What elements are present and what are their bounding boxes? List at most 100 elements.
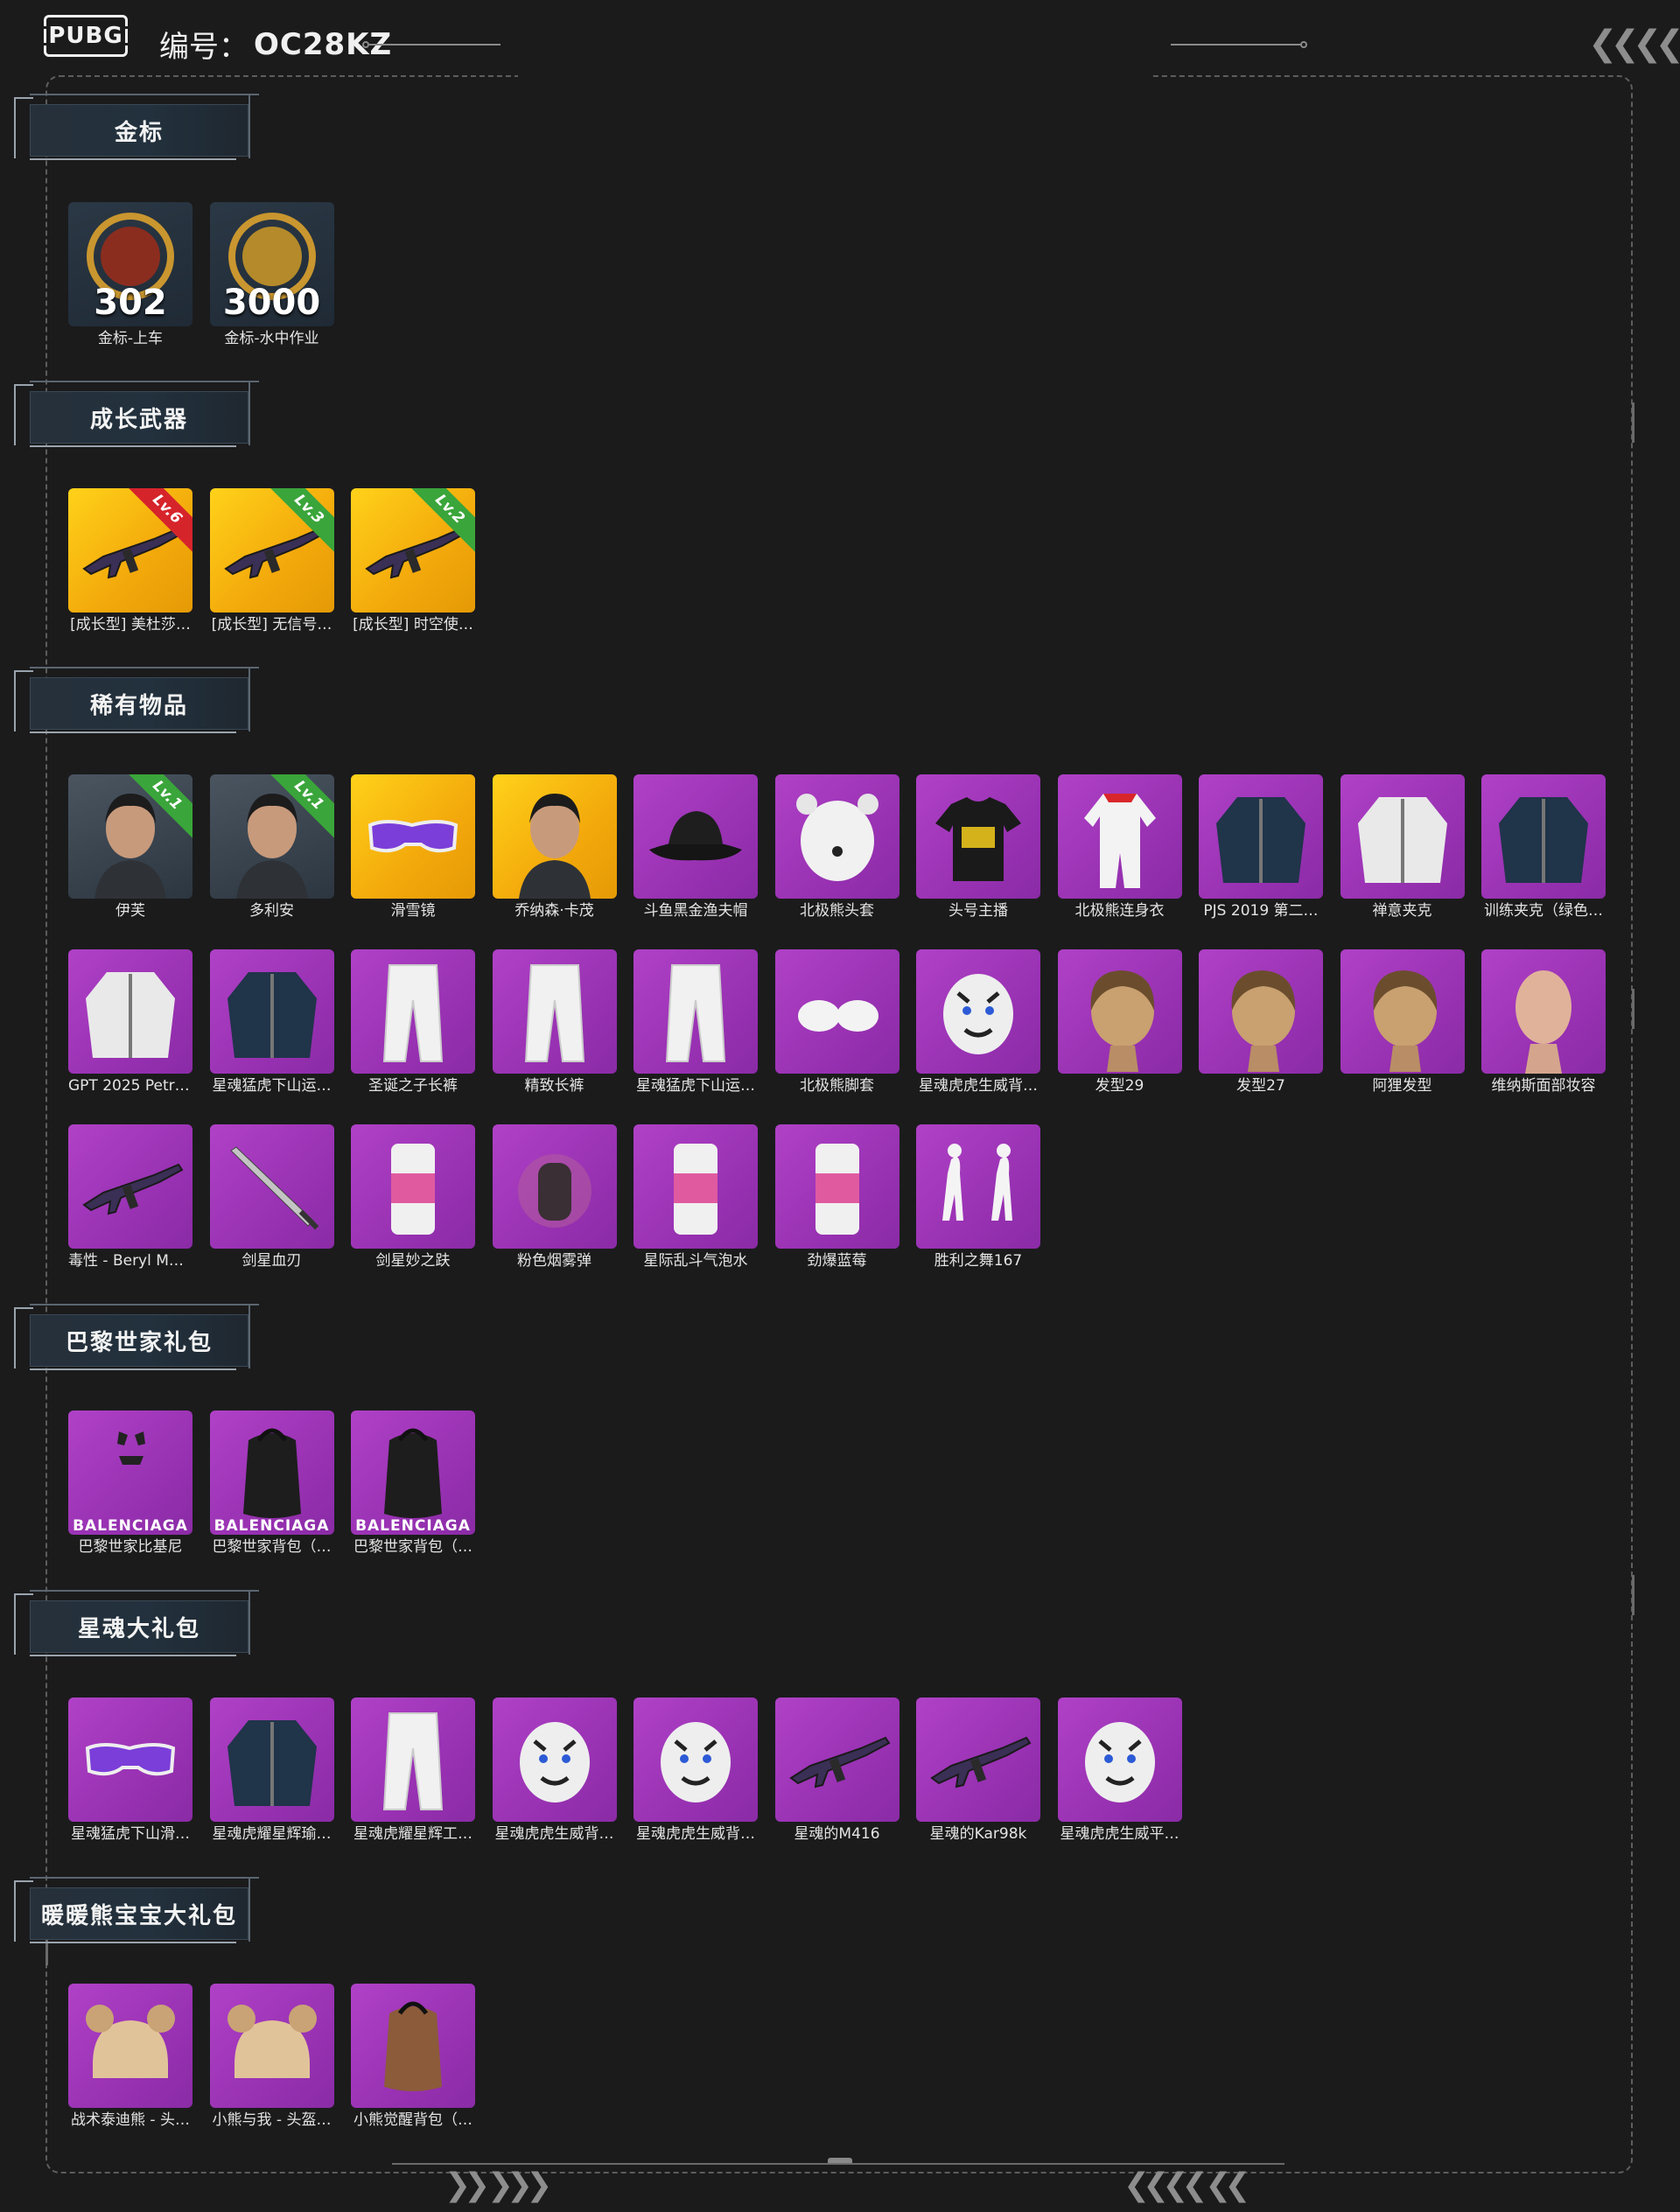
item-thumbnail[interactable] (634, 949, 758, 1074)
inventory-item[interactable]: BALENCIAGA 巴黎世家背包（… (209, 1410, 334, 1556)
item-thumbnail[interactable] (492, 1698, 617, 1822)
inventory-item[interactable]: 3000 金标-水中作业 (209, 202, 334, 347)
item-thumbnail[interactable] (916, 774, 1040, 899)
inventory-item[interactable]: 302 金标-上车 (68, 202, 192, 347)
item-thumbnail[interactable] (492, 949, 617, 1074)
item-thumbnail[interactable] (1481, 774, 1606, 899)
item-thumbnail[interactable] (1057, 949, 1182, 1074)
inventory-item[interactable]: 星魂虎虎生威背… (492, 1698, 617, 1843)
item-thumbnail[interactable] (916, 1124, 1040, 1249)
onesie-icon (1083, 794, 1156, 888)
inventory-item[interactable]: 北极熊连身衣 (1057, 774, 1182, 920)
item-thumbnail[interactable] (916, 1698, 1040, 1822)
item-thumbnail[interactable] (774, 774, 900, 899)
brand-label: BALENCIAGA (355, 1517, 471, 1535)
item-thumbnail[interactable]: 302 (68, 202, 192, 326)
item-thumbnail[interactable] (68, 1698, 192, 1822)
inventory-item[interactable]: 星魂猛虎下山运… (634, 949, 758, 1095)
inventory-item[interactable]: Lv.6 [成长型] 美杜莎… (68, 488, 192, 634)
item-thumbnail[interactable]: BALENCIAGA (68, 1410, 192, 1535)
inventory-item[interactable]: 北极熊脚套 (774, 949, 900, 1095)
inventory-item[interactable]: 粉色烟雾弹 (492, 1124, 617, 1270)
inventory-item[interactable]: 圣诞之子长裤 (351, 949, 475, 1095)
item-thumbnail[interactable]: Lv.3 (209, 488, 334, 612)
inventory-item[interactable]: Lv.1 伊芙 (68, 774, 192, 920)
item-thumbnail[interactable] (68, 1124, 192, 1249)
item-thumbnail[interactable]: Lv.1 (209, 774, 334, 899)
pants-icon (524, 964, 584, 1062)
item-thumbnail[interactable] (351, 949, 475, 1074)
item-thumbnail[interactable] (351, 1124, 475, 1249)
inventory-item[interactable]: Lv.2 [成长型] 时空使… (351, 488, 475, 634)
item-thumbnail[interactable] (774, 1698, 900, 1822)
inventory-item[interactable]: 乔纳森·卡茂 (492, 774, 617, 920)
item-thumbnail[interactable] (492, 774, 617, 899)
inventory-item[interactable]: 北极熊头套 (774, 774, 900, 920)
item-thumbnail[interactable] (774, 949, 900, 1074)
inventory-item[interactable]: 星魂虎耀星辉瑜… (209, 1698, 334, 1843)
inventory-item[interactable]: 滑雪镜 (351, 774, 475, 920)
inventory-item[interactable]: 维纳斯面部妆容 (1481, 949, 1606, 1095)
inventory-item[interactable]: 剑星妙之趺 (351, 1124, 475, 1270)
inventory-item[interactable]: 小熊觉醒背包（… (351, 1984, 475, 2129)
item-thumbnail[interactable] (1199, 774, 1323, 899)
item-thumbnail[interactable] (916, 949, 1040, 1074)
inventory-item[interactable]: 阿狸发型 (1340, 949, 1465, 1095)
item-thumbnail[interactable] (774, 1124, 900, 1249)
item-thumbnail[interactable] (634, 1698, 758, 1822)
inventory-item[interactable]: 发型29 (1057, 949, 1182, 1095)
item-thumbnail[interactable] (1057, 1698, 1182, 1822)
inventory-item[interactable]: 胜利之舞167 (916, 1124, 1040, 1270)
item-thumbnail[interactable] (1199, 949, 1323, 1074)
item-thumbnail[interactable]: BALENCIAGA (209, 1410, 334, 1535)
inventory-item[interactable]: 星魂的Kar98k (916, 1698, 1040, 1843)
inventory-item[interactable]: 星魂猛虎下山滑… (68, 1698, 192, 1843)
inventory-item[interactable]: BALENCIAGA 巴黎世家比基尼 (68, 1410, 192, 1556)
item-thumbnail[interactable]: BALENCIAGA (351, 1410, 475, 1535)
inventory-item[interactable]: 星魂虎耀星辉工… (351, 1698, 475, 1843)
inventory-item[interactable]: Lv.3 [成长型] 无信号… (209, 488, 334, 634)
inventory-item[interactable]: 星魂虎虎生威背… (916, 949, 1040, 1095)
item-thumbnail[interactable] (351, 1698, 475, 1822)
item-thumbnail[interactable] (209, 1124, 334, 1249)
item-thumbnail[interactable] (68, 1984, 192, 2108)
inventory-item[interactable]: 小熊与我 - 头盔… (209, 1984, 334, 2129)
item-thumbnail[interactable] (634, 1124, 758, 1249)
item-thumbnail[interactable]: Lv.1 (68, 774, 192, 899)
item-thumbnail[interactable] (492, 1124, 617, 1249)
inventory-item[interactable]: PJS 2019 第二… (1199, 774, 1323, 920)
item-thumbnail[interactable] (68, 949, 192, 1074)
inventory-item[interactable]: 训练夹克（绿色… (1481, 774, 1606, 920)
item-thumbnail[interactable] (1057, 774, 1182, 899)
inventory-item[interactable]: 发型27 (1199, 949, 1323, 1095)
item-thumbnail[interactable]: Lv.2 (351, 488, 475, 612)
inventory-item[interactable]: 禅意夹克 (1340, 774, 1465, 920)
inventory-item[interactable]: BALENCIAGA 巴黎世家背包（… (351, 1410, 475, 1556)
inventory-item[interactable]: 星魂猛虎下山运… (209, 949, 334, 1095)
item-thumbnail[interactable] (634, 774, 758, 899)
item-thumbnail[interactable] (209, 1698, 334, 1822)
item-thumbnail[interactable]: Lv.6 (68, 488, 192, 612)
item-thumbnail[interactable] (1481, 949, 1606, 1074)
item-thumbnail[interactable] (1340, 774, 1465, 899)
inventory-item[interactable]: Lv.1 多利安 (209, 774, 334, 920)
inventory-item[interactable]: 星魂的M416 (774, 1698, 900, 1843)
inventory-item[interactable]: 斗鱼黑金渔夫帽 (634, 774, 758, 920)
inventory-item[interactable]: 星际乱斗气泡水 (634, 1124, 758, 1270)
item-thumbnail[interactable] (209, 1984, 334, 2108)
inventory-item[interactable]: 劲爆蓝莓 (774, 1124, 900, 1270)
item-thumbnail[interactable] (351, 1984, 475, 2108)
inventory-item[interactable]: 头号主播 (916, 774, 1040, 920)
item-thumbnail[interactable] (351, 774, 475, 899)
item-thumbnail[interactable]: 3000 (209, 202, 334, 326)
banner-corner-line (14, 97, 16, 158)
inventory-item[interactable]: 战术泰迪熊 - 头… (68, 1984, 192, 2129)
inventory-item[interactable]: 星魂虎虎生威平… (1057, 1698, 1182, 1843)
item-thumbnail[interactable] (209, 949, 334, 1074)
inventory-item[interactable]: 剑星血刃 (209, 1124, 334, 1270)
inventory-item[interactable]: 星魂虎虎生威背… (634, 1698, 758, 1843)
inventory-item[interactable]: 精致长裤 (492, 949, 617, 1095)
inventory-item[interactable]: GPT 2025 Petri… (68, 949, 192, 1095)
inventory-item[interactable]: 毒性 - Beryl M7… (68, 1124, 192, 1270)
item-thumbnail[interactable] (1340, 949, 1465, 1074)
